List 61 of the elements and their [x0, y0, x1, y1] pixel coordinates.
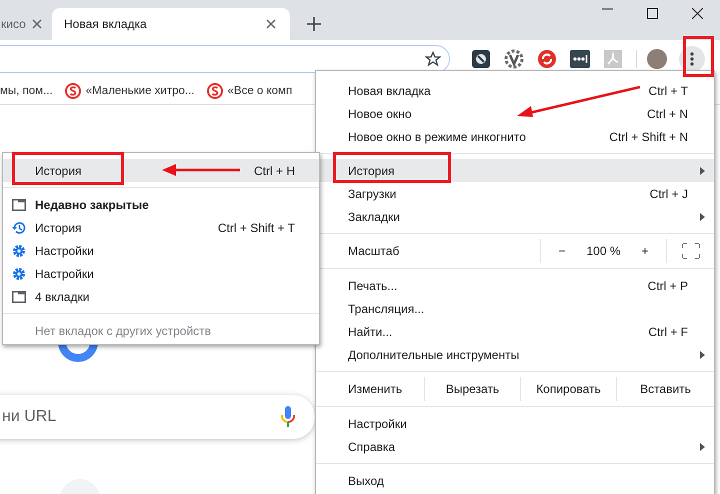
shortcut-label: Ctrl + N: [646, 106, 688, 120]
menu-item[interactable]: История Ctrl + H: [3, 159, 319, 182]
browser-tab[interactable]: Новая вкладка: [52, 8, 290, 40]
menu-item[interactable]: Новое окно Ctrl + N: [316, 102, 714, 125]
extension-icon[interactable]: [538, 50, 556, 68]
zoom-in-button[interactable]: +: [635, 244, 654, 258]
menu-item[interactable]: Настройки: [3, 239, 319, 262]
close-icon[interactable]: [692, 8, 703, 19]
menu-item[interactable]: Дополнительные инструменты: [316, 343, 714, 366]
bookmark[interactable]: «Все о комп: [206, 83, 292, 99]
minimize-icon[interactable]: [602, 8, 613, 10]
avatar[interactable]: [647, 49, 667, 69]
logo-drawing: [58, 342, 98, 362]
menu-item[interactable]: Новая вкладка Ctrl + T: [316, 79, 714, 102]
menu-item[interactable]: Закладки: [316, 205, 714, 228]
tab-icon: [12, 290, 26, 302]
edit-label: Изменить: [347, 381, 404, 398]
menu-item[interactable]: История Ctrl + Shift + T: [3, 216, 319, 239]
zoom-label: Масштаб: [347, 243, 400, 260]
extension-icon[interactable]: [504, 49, 524, 69]
shortcut-label: Ctrl + H: [254, 164, 295, 178]
settings-icon: [12, 266, 26, 280]
search-field[interactable]: ни URL: [0, 407, 281, 427]
shortcut-label: Ctrl + P: [648, 278, 688, 292]
edit-action-button[interactable]: Вырезать: [424, 377, 520, 401]
close-icon[interactable]: [266, 19, 276, 29]
menu-item[interactable]: Справка: [316, 435, 714, 458]
menu-item[interactable]: Печать... Ctrl + P: [316, 274, 714, 297]
shortcut-label: Ctrl + Shift + T: [218, 220, 295, 234]
menu-item[interactable]: Настройки: [316, 412, 714, 435]
maximize-icon[interactable]: [647, 8, 658, 19]
annotation-frame: [683, 36, 714, 77]
edit-action-button[interactable]: Копировать: [520, 377, 616, 401]
zoom-out-button[interactable]: −: [552, 244, 572, 258]
menu-item[interactable]: Настройки: [3, 262, 319, 285]
shortcut-label: Ctrl + F: [648, 324, 688, 338]
bookmark[interactable]: «Маленькие хитро...: [64, 83, 194, 99]
new-tab-icon[interactable]: [307, 17, 321, 31]
extension-icon[interactable]: [472, 50, 490, 68]
fullscreen-icon[interactable]: [682, 243, 700, 259]
extension-icon[interactable]: [570, 50, 590, 68]
section-title: Недавно закрытые: [35, 198, 149, 212]
settings-icon: [12, 244, 26, 258]
tab-icon: [12, 198, 26, 210]
bookmark[interactable]: мы, пом...: [0, 85, 53, 97]
star-icon[interactable]: [425, 51, 441, 67]
menu-item[interactable]: Найти... Ctrl + F: [316, 320, 714, 343]
microphone-icon[interactable]: [281, 406, 295, 428]
menu-item[interactable]: Выход: [316, 469, 714, 492]
menu-item[interactable]: Загрузки Ctrl + J: [316, 182, 714, 205]
empty-note: Нет вкладок с других устройств: [35, 324, 212, 338]
menu-item[interactable]: Трансляция...: [316, 297, 714, 320]
browser-tab[interactable]: кисо: [0, 8, 48, 40]
history-icon: [12, 220, 26, 234]
shortcut-label: Ctrl + J: [650, 186, 688, 200]
edit-action-button[interactable]: Вставить: [616, 377, 714, 401]
menu-item[interactable]: 4 вкладки: [3, 285, 319, 308]
shortcut-label: Ctrl + Shift + N: [609, 130, 688, 144]
menu-item[interactable]: Новое окно в режиме инкогнито Ctrl + Shift + N: [316, 125, 714, 148]
shortcut-label: Ctrl + T: [648, 84, 688, 98]
zoom-value: 100 %: [586, 244, 620, 258]
